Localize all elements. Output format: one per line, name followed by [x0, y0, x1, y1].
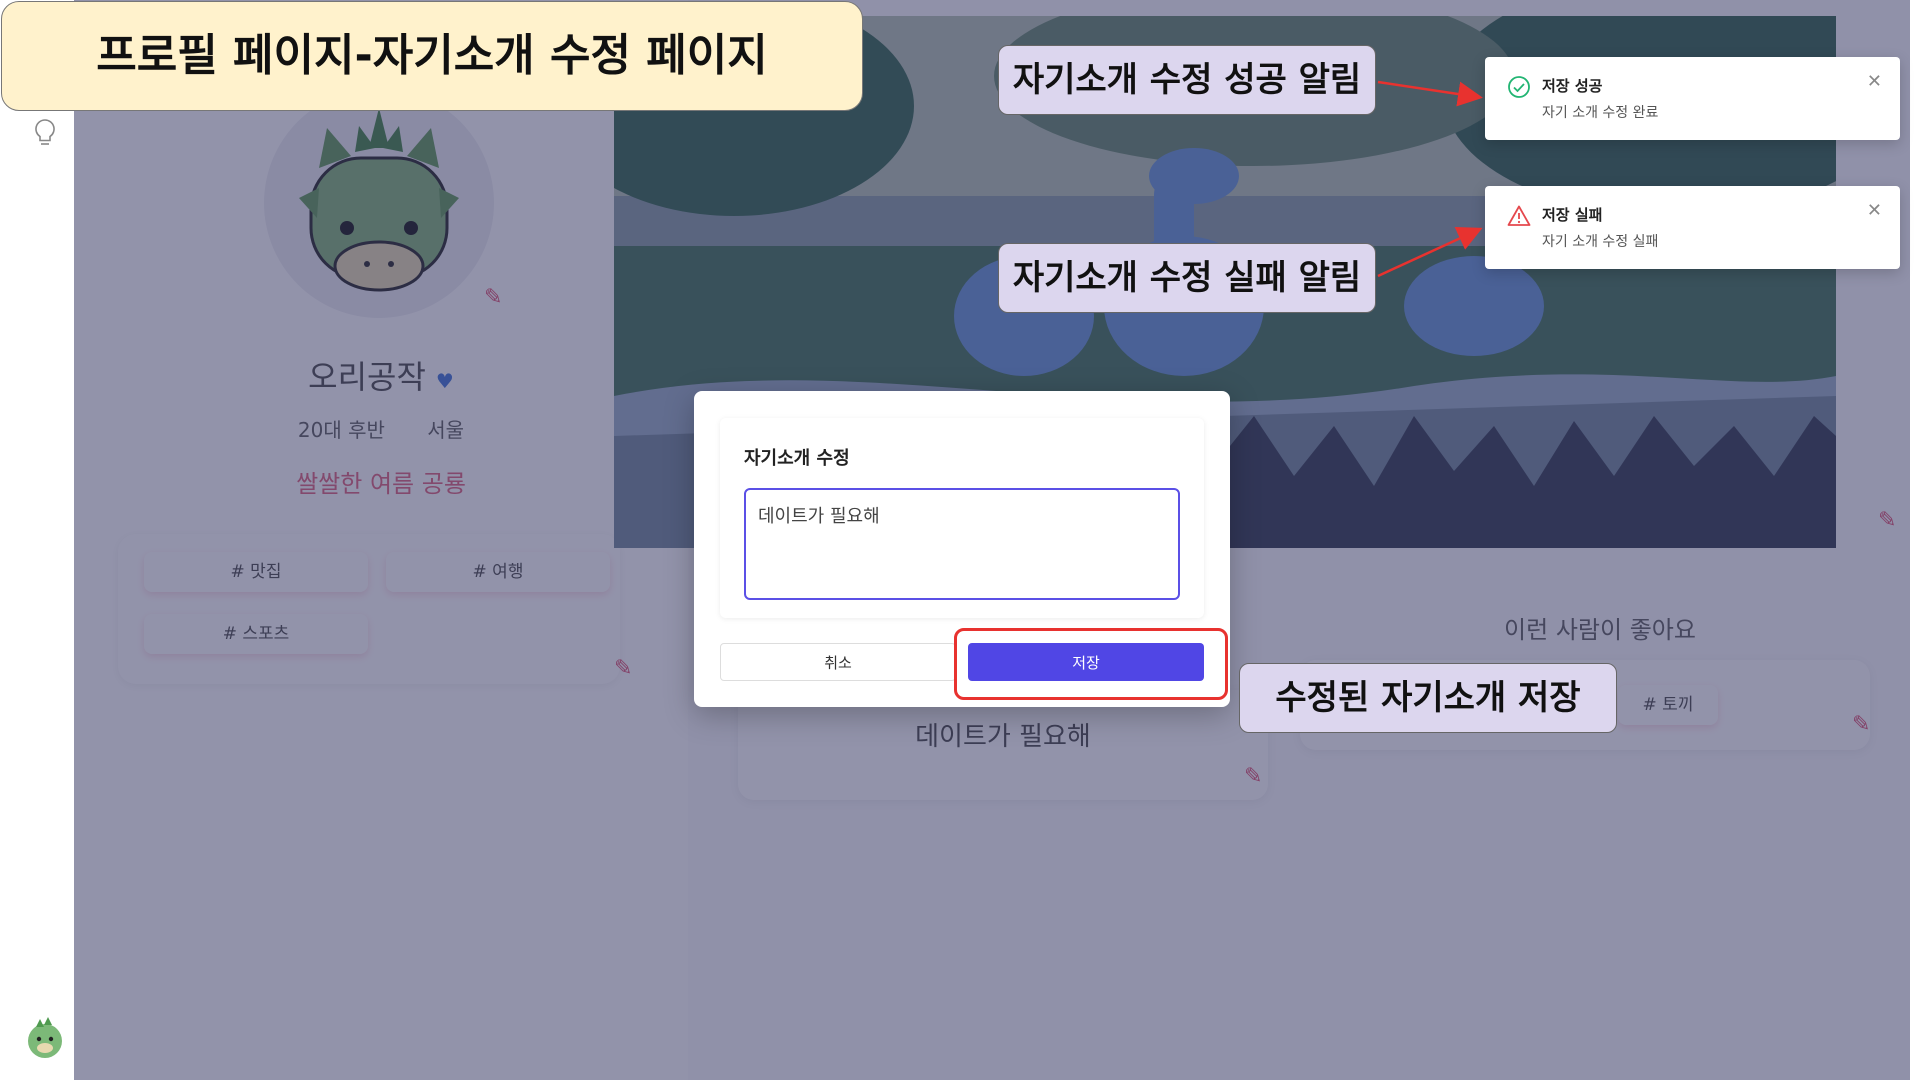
- screen: ✎ 오리공작♥ 20대 후반 서울 쌀쌀한 여름 공룡 # 맛집 # 여행 # …: [0, 0, 1920, 1080]
- annotation-arrows: [1377, 80, 1483, 278]
- arrow-to-success-toast: [1377, 80, 1483, 107]
- arrow-to-failure-toast: [1377, 227, 1483, 278]
